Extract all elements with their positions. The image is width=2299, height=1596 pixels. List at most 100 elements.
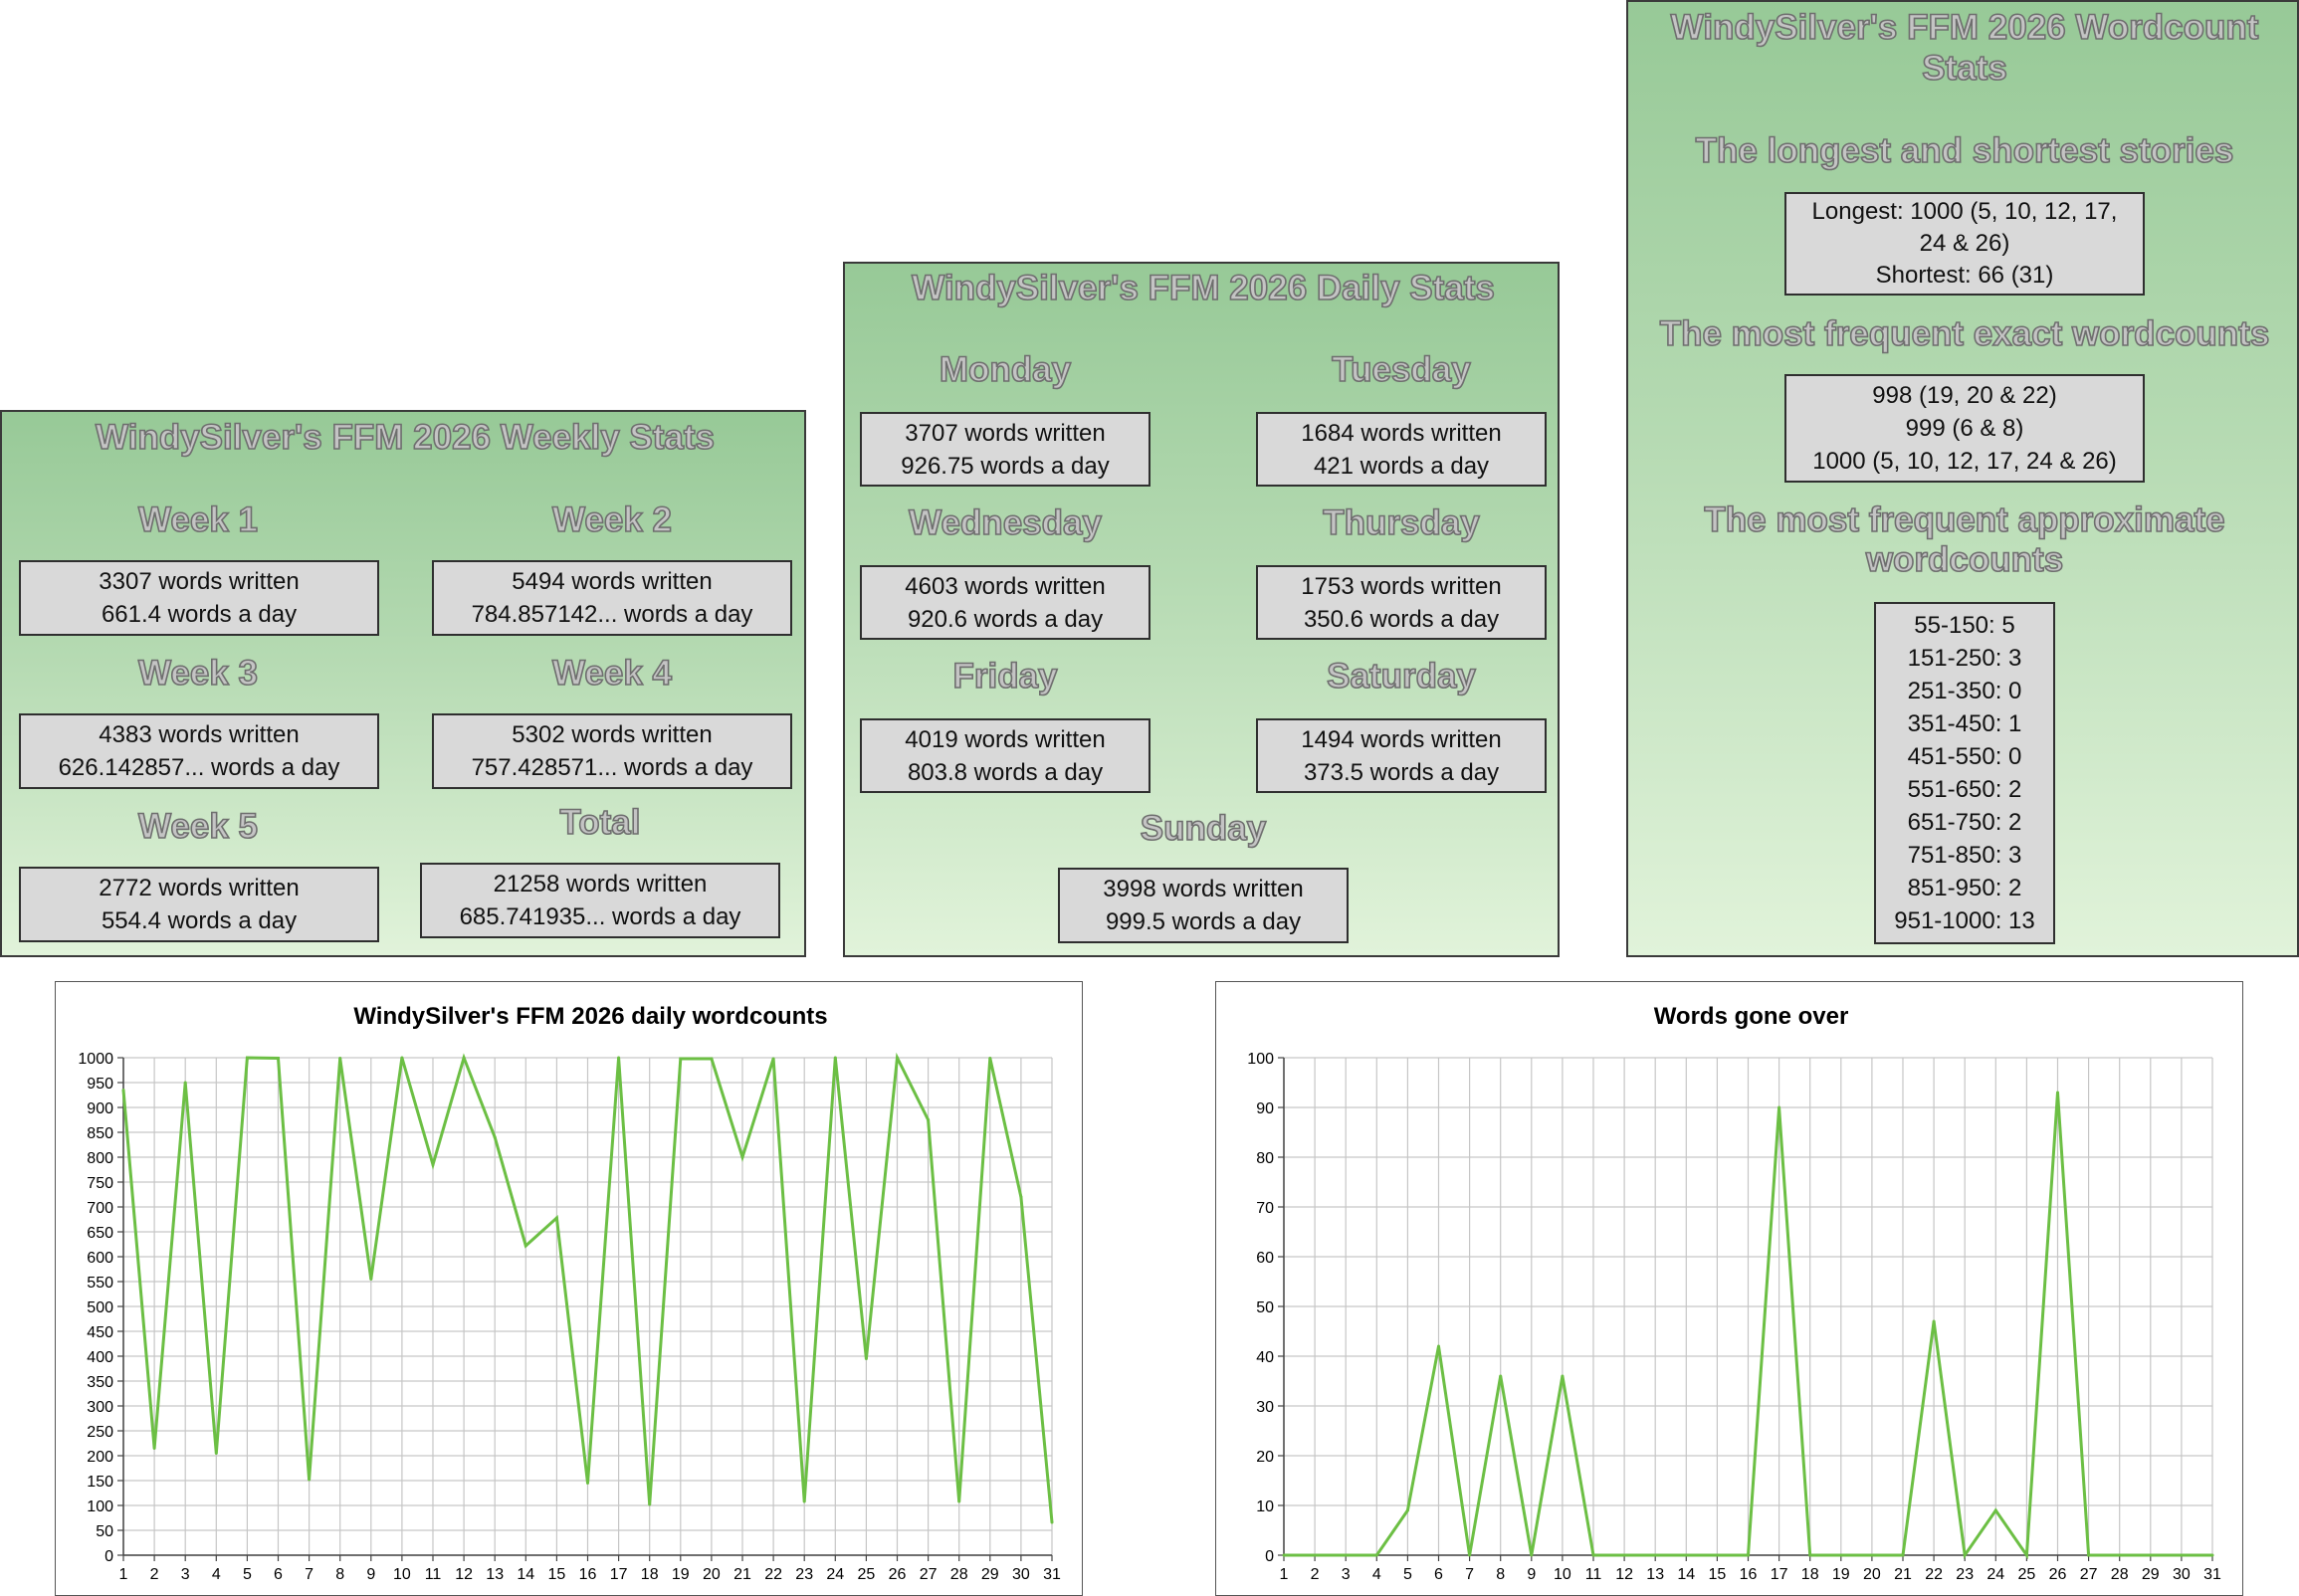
data-point xyxy=(523,1244,527,1248)
week-2-written: 5494 words written xyxy=(512,568,713,595)
x-tick-label: 30 xyxy=(1012,1566,1030,1583)
y-tick-label: 30 xyxy=(1256,1399,1274,1416)
week-1-written: 3307 words written xyxy=(99,568,300,595)
y-tick-label: 950 xyxy=(87,1076,113,1093)
data-point xyxy=(1839,1553,1843,1557)
y-tick-label: 100 xyxy=(1247,1051,1274,1068)
data-point xyxy=(1499,1374,1503,1378)
week-5-heading: Week 5 xyxy=(137,806,259,847)
y-tick-label: 50 xyxy=(1256,1299,1274,1316)
approx-item: 851-950: 2 xyxy=(1907,875,2022,901)
x-tick-label: 24 xyxy=(826,1566,844,1583)
x-tick-label: 24 xyxy=(1986,1566,2004,1583)
data-point xyxy=(308,1478,312,1482)
y-tick-label: 10 xyxy=(1256,1498,1274,1515)
x-tick-label: 30 xyxy=(2173,1566,2191,1583)
y-tick-label: 150 xyxy=(87,1474,113,1491)
data-point xyxy=(771,1057,775,1061)
monday-per-day: 926.75 words a day xyxy=(901,452,1110,480)
data-point xyxy=(1747,1553,1750,1557)
y-tick-label: 550 xyxy=(87,1275,113,1292)
data-point xyxy=(1870,1553,1874,1557)
monday-box: 3707 words written 926.75 words a day xyxy=(860,412,1150,487)
wednesday-heading: Wednesday xyxy=(908,502,1102,543)
data-point xyxy=(1932,1319,1936,1323)
week-1-per-day: 661.4 words a day xyxy=(101,601,298,628)
x-tick-label: 22 xyxy=(764,1566,782,1583)
x-tick-label: 10 xyxy=(1554,1566,1571,1583)
data-point xyxy=(183,1081,187,1085)
data-point xyxy=(648,1502,652,1506)
week-4-heading: Week 4 xyxy=(551,653,673,694)
data-point xyxy=(1313,1553,1317,1557)
data-point xyxy=(1808,1553,1812,1557)
data-point xyxy=(679,1057,683,1061)
y-tick-label: 60 xyxy=(1256,1250,1274,1267)
x-tick-label: 15 xyxy=(548,1566,566,1583)
data-point xyxy=(927,1118,931,1121)
approx-item: 651-750: 2 xyxy=(1907,809,2022,836)
monday-heading: Monday xyxy=(939,349,1072,390)
x-tick-label: 12 xyxy=(1615,1566,1633,1583)
data-point xyxy=(1901,1553,1905,1557)
x-tick-label: 25 xyxy=(2018,1566,2036,1583)
data-point xyxy=(554,1216,558,1220)
total-per-day: 685.741935... words a day xyxy=(459,903,741,930)
y-tick-label: 700 xyxy=(87,1200,113,1217)
y-tick-label: 500 xyxy=(87,1299,113,1316)
data-point xyxy=(1993,1508,1997,1512)
x-tick-label: 6 xyxy=(1434,1566,1443,1583)
y-tick-label: 1000 xyxy=(78,1051,113,1068)
x-tick-label: 17 xyxy=(610,1566,628,1583)
x-tick-label: 29 xyxy=(981,1566,999,1583)
y-tick-label: 650 xyxy=(87,1225,113,1242)
x-tick-label: 18 xyxy=(641,1566,659,1583)
week-3-heading: Week 3 xyxy=(137,653,259,694)
data-point xyxy=(2149,1553,2153,1557)
y-tick-label: 350 xyxy=(87,1374,113,1391)
approx-item: 451-550: 0 xyxy=(1907,743,2022,770)
x-tick-label: 10 xyxy=(393,1566,411,1583)
x-tick-label: 12 xyxy=(455,1566,473,1583)
approx-item: 751-850: 3 xyxy=(1907,842,2022,869)
sunday-box: 3998 words written 999.5 words a day xyxy=(1058,868,1349,943)
data-point xyxy=(586,1482,589,1485)
data-point xyxy=(2180,1553,2184,1557)
words-gone-over-chart: Words gone over01020304050607080901001 2 3… xyxy=(1247,1003,2221,1583)
data-point xyxy=(1437,1344,1440,1348)
data-point xyxy=(617,1056,621,1060)
x-tick-label: 9 xyxy=(366,1566,375,1583)
data-point xyxy=(833,1056,837,1060)
x-tick-label: 11 xyxy=(425,1566,442,1583)
longest-line-2: 24 & 26) xyxy=(1919,230,2010,257)
data-point xyxy=(864,1357,868,1360)
weekly-stats-panel: WindySilver's FFM 2026 Weekly Stats Week… xyxy=(0,410,806,957)
x-tick-label: 8 xyxy=(335,1566,344,1583)
x-tick-label: 13 xyxy=(486,1566,504,1583)
data-point xyxy=(431,1163,435,1166)
thursday-heading: Thursday xyxy=(1322,502,1480,543)
x-tick-label: 31 xyxy=(2203,1566,2221,1583)
friday-heading: Friday xyxy=(952,656,1059,697)
data-point xyxy=(957,1499,961,1503)
data-point xyxy=(1591,1553,1595,1557)
data-point xyxy=(1405,1508,1409,1512)
data-point xyxy=(214,1452,218,1455)
chart-title: Words gone over xyxy=(1654,1003,1849,1030)
x-tick-label: 23 xyxy=(795,1566,813,1583)
x-tick-label: 23 xyxy=(1956,1566,1974,1583)
data-point xyxy=(2210,1553,2214,1557)
approx-item: 351-450: 1 xyxy=(1907,710,2022,737)
data-point xyxy=(988,1057,992,1060)
y-tick-label: 50 xyxy=(96,1523,113,1540)
x-tick-label: 20 xyxy=(1863,1566,1881,1583)
week-3-per-day: 626.142857... words a day xyxy=(58,754,340,781)
x-tick-label: 16 xyxy=(579,1566,597,1583)
wednesday-written: 4603 words written xyxy=(905,572,1106,600)
week-1-box: 3307 words written 661.4 words a day xyxy=(19,560,379,636)
x-tick-label: 19 xyxy=(1832,1566,1850,1583)
x-tick-label: 1 xyxy=(119,1566,128,1583)
data-point xyxy=(1684,1553,1688,1557)
x-tick-label: 14 xyxy=(1677,1566,1695,1583)
approx-item: 951-1000: 13 xyxy=(1894,907,2035,934)
